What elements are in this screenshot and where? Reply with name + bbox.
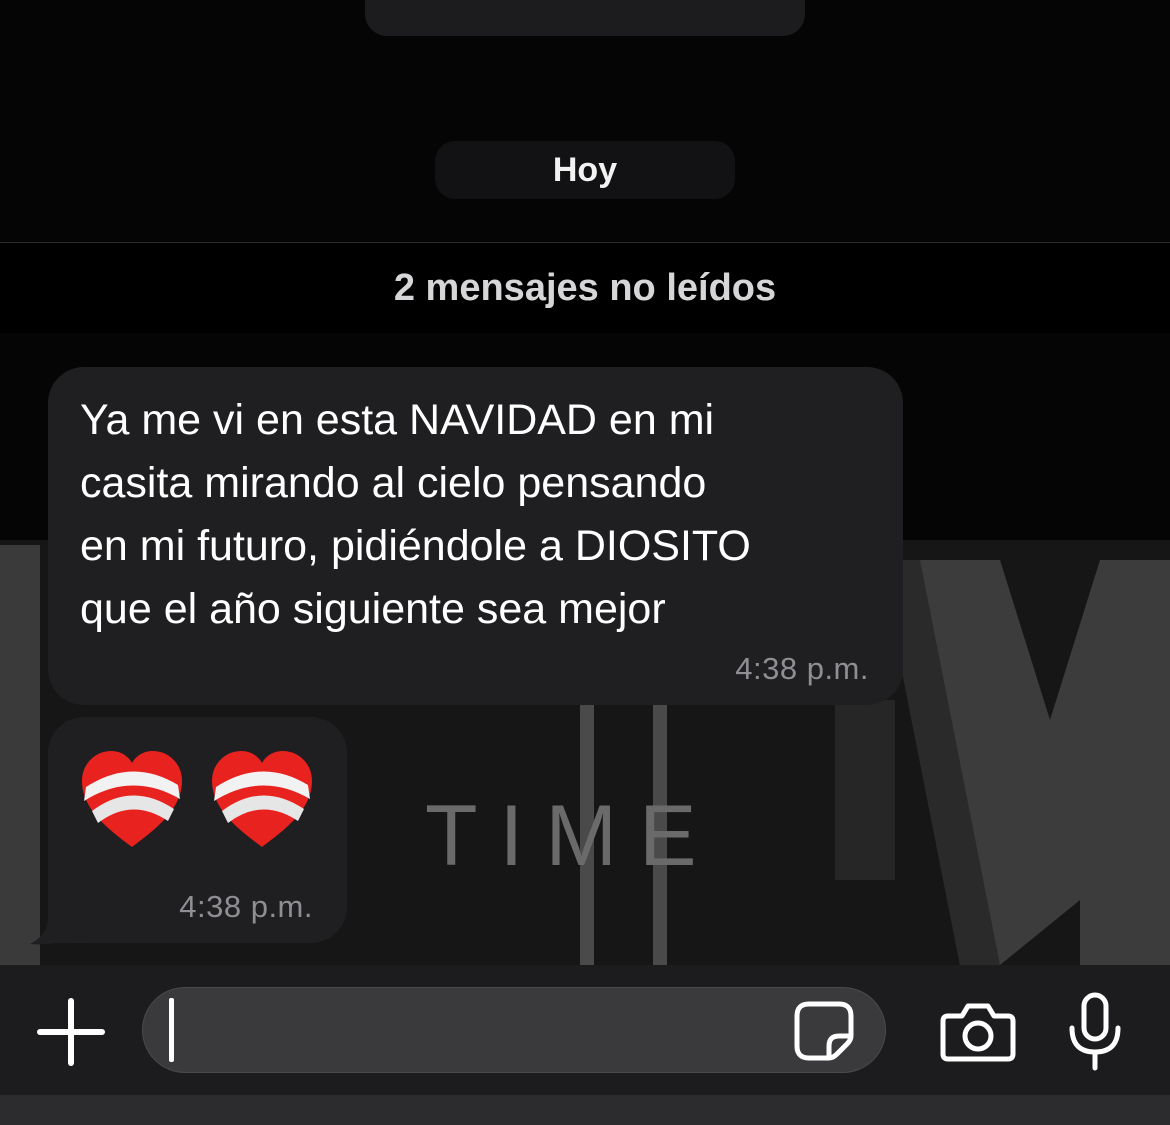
- previous-message-bubble[interactable]: [365, 0, 805, 36]
- wallpaper-text: TIME: [425, 788, 718, 884]
- camera-icon[interactable]: [940, 1002, 1016, 1062]
- mending-heart-emoji-icon: [212, 751, 312, 847]
- microphone-icon[interactable]: [1066, 992, 1124, 1072]
- date-separator: Hoy: [435, 141, 735, 199]
- mending-heart-emoji-icon: [82, 751, 182, 847]
- sticker-icon[interactable]: [793, 1000, 855, 1062]
- message-text: Ya me vi en esta NAVIDAD en mi casita mi…: [80, 396, 751, 633]
- message-timestamp: 4:38 p.m.: [179, 889, 313, 924]
- message-input[interactable]: [183, 988, 787, 1074]
- bubble-tail: [30, 900, 86, 945]
- message-composer: [0, 965, 1170, 1095]
- message-input-field[interactable]: [142, 987, 886, 1074]
- unread-messages-banner: 2 mensajes no leídos: [0, 242, 1170, 333]
- chat-area[interactable]: TIME Hoy 2 mensajes no leídos Ya me vi e…: [0, 0, 1170, 965]
- message-bubble[interactable]: Ya me vi en esta NAVIDAD en mi casita mi…: [48, 367, 903, 705]
- home-indicator-area: [0, 1095, 1170, 1125]
- text-caret: [169, 998, 174, 1062]
- plus-icon[interactable]: [36, 997, 106, 1067]
- emoji-row: [78, 747, 316, 851]
- message-timestamp: 4:38 p.m.: [735, 651, 869, 686]
- message-bubble-emoji[interactable]: 4:38 p.m.: [48, 717, 347, 943]
